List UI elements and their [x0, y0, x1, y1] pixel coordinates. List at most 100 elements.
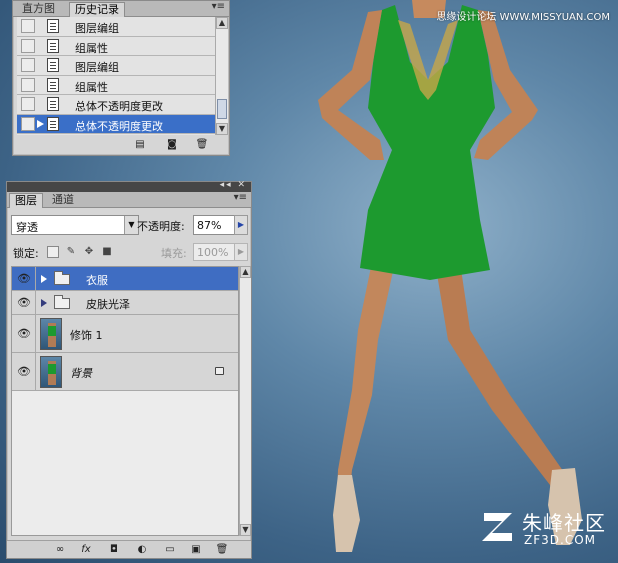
group-folder-icon[interactable]: ▭ [163, 543, 177, 556]
mask-icon[interactable]: ◘ [107, 543, 121, 556]
layers-panel: ◂◂ ✕ 图层 通道 ▾≡ 穿透 ▼ 不透明度: 87% ▶ 锁定: ✎ ✥ ■… [6, 180, 252, 559]
panel-menu-icon[interactable]: ▾≡ [234, 192, 247, 203]
tab-history[interactable]: 历史记录 [69, 2, 125, 17]
row-divider [35, 353, 36, 390]
layers-bottom-toolbar: ∞ fx ◘ ◐ ▭ ▣ 🗑 [7, 540, 251, 558]
layer-thumbnail [40, 356, 62, 388]
snapshot-source-checkbox[interactable] [21, 19, 35, 33]
row-divider [35, 267, 36, 290]
expand-triangle-icon[interactable] [41, 299, 47, 307]
history-scrollbar[interactable]: ▲ ▼ [215, 17, 228, 135]
visibility-eye-icon[interactable]: 👁 [14, 365, 34, 378]
history-tabbar: 直方图 历史记录 ▾≡ [13, 1, 229, 17]
expand-triangle-icon[interactable] [41, 275, 47, 283]
lock-position-move-icon[interactable]: ✥ [83, 246, 95, 258]
history-item-label: 组属性 [75, 80, 108, 94]
tab-histogram[interactable]: 直方图 [17, 2, 60, 17]
folder-icon [54, 271, 70, 285]
layers-tabbar: 图层 通道 ▾≡ [7, 192, 251, 208]
layer-thumbnail [40, 318, 62, 350]
fill-label: 填充: [161, 247, 187, 260]
fill-value: 100% [197, 246, 229, 259]
lock-row: 锁定: ✎ ✥ ■ 填充: 100% ▶ [7, 241, 251, 263]
layer-row-group-selected[interactable]: 👁 衣服 [12, 267, 238, 291]
opacity-slider-button[interactable]: ▶ [234, 215, 248, 235]
history-item[interactable]: 组属性 [17, 37, 215, 56]
history-item[interactable]: 图层编组 [17, 56, 215, 76]
snapshot-source-checkbox[interactable] [21, 58, 35, 72]
history-item-label: 组属性 [75, 41, 108, 55]
site-logo: 朱峰社区 ZF3D.COM [478, 505, 608, 555]
visibility-eye-icon[interactable]: 👁 [14, 272, 34, 285]
history-item-label: 总体不透明度更改 [75, 119, 163, 133]
trash-icon[interactable]: 🗑 [195, 138, 209, 151]
panel-menu-icon[interactable]: ▾≡ [212, 1, 225, 12]
layer-row[interactable]: 👁 修饰 1 [12, 315, 238, 353]
history-item-label: 图层编组 [75, 22, 119, 35]
lock-label: 锁定: [13, 247, 39, 260]
opacity-value: 87% [197, 219, 222, 232]
layer-row-background[interactable]: 👁 背景 [12, 353, 238, 391]
history-list: 图层编组 组属性 图层编组 组属性 总体不透明度更改 总体不透明度更改 [17, 17, 215, 135]
document-state-icon [47, 58, 59, 72]
document-state-icon [47, 38, 59, 53]
history-item[interactable]: 组属性 [17, 76, 215, 95]
chevron-down-icon[interactable]: ▼ [124, 216, 138, 234]
fill-input[interactable]: 100% [193, 243, 235, 261]
blend-mode-select[interactable]: 穿透 ▼ [11, 215, 139, 235]
fill-slider-button[interactable]: ▶ [234, 243, 248, 261]
layer-name[interactable]: 背景 [70, 365, 92, 381]
snapshot-source-checkbox[interactable] [21, 116, 35, 131]
document-state-icon [47, 116, 59, 131]
document-state-icon [47, 97, 59, 111]
tab-layers[interactable]: 图层 [9, 193, 43, 208]
layer-name[interactable]: 衣服 [86, 272, 108, 288]
scroll-down-icon[interactable]: ▼ [240, 524, 251, 536]
new-document-from-state-icon[interactable]: ▤ [133, 138, 147, 151]
new-layer-icon[interactable]: ▣ [189, 543, 203, 556]
scroll-thumb[interactable] [217, 99, 227, 119]
adjustment-icon[interactable]: ◐ [135, 543, 149, 556]
history-item-selected[interactable]: 总体不透明度更改 [17, 114, 215, 134]
camera-snapshot-icon[interactable]: ◙ [165, 138, 179, 151]
history-item[interactable]: 总体不透明度更改 [17, 95, 215, 115]
layers-panel-titlebar[interactable]: ◂◂ ✕ [7, 180, 251, 192]
scroll-up-icon[interactable]: ▲ [216, 17, 228, 29]
logo-name: 朱峰社区 [522, 511, 606, 535]
visibility-eye-icon[interactable]: 👁 [14, 296, 34, 309]
snapshot-source-checkbox[interactable] [21, 38, 35, 53]
history-state-marker-icon [37, 119, 44, 128]
document-state-icon [47, 19, 59, 33]
layer-name[interactable]: 皮肤光泽 [86, 296, 130, 312]
link-icon[interactable]: ∞ [53, 543, 67, 556]
lock-transparency-icon[interactable] [47, 246, 59, 258]
layers-scrollbar[interactable]: ▲ ▼ [239, 266, 251, 536]
lock-all-icon[interactable]: ■ [101, 246, 113, 258]
snapshot-source-checkbox[interactable] [21, 77, 35, 92]
lock-icon [215, 367, 224, 375]
folder-icon [54, 295, 70, 309]
row-divider [35, 315, 36, 352]
history-item[interactable]: 图层编组 [17, 17, 215, 37]
watermark-text: 思缘设计论坛 WWW.MISSYUAN.COM [436, 12, 610, 23]
row-divider [35, 291, 36, 314]
history-item-label: 总体不透明度更改 [75, 100, 163, 113]
tab-channels[interactable]: 通道 [47, 193, 79, 208]
visibility-eye-icon[interactable]: 👁 [14, 327, 34, 340]
layer-row-group[interactable]: 👁 皮肤光泽 [12, 291, 238, 315]
document-state-icon [47, 77, 59, 92]
layer-list: 👁 衣服 👁 皮肤光泽 👁 修饰 1 👁 背景 [11, 266, 239, 536]
blend-mode-value: 穿透 [16, 221, 38, 234]
lock-image-brush-icon[interactable]: ✎ [65, 246, 77, 258]
logo-url: ZF3D.COM [524, 533, 596, 547]
scroll-down-icon[interactable]: ▼ [216, 123, 228, 135]
opacity-input[interactable]: 87% [193, 215, 235, 235]
snapshot-source-checkbox[interactable] [21, 97, 35, 111]
history-footer: ▤ ◙ 🗑 [13, 137, 229, 153]
collapse-close-icons[interactable]: ◂◂ ✕ [220, 180, 247, 190]
layer-name[interactable]: 修饰 1 [70, 327, 103, 343]
scroll-up-icon[interactable]: ▲ [240, 266, 251, 278]
trash-icon[interactable]: 🗑 [215, 543, 229, 556]
history-panel: 直方图 历史记录 ▾≡ 图层编组 组属性 图层编组 组属性 总体不透明度更改 总… [12, 0, 230, 156]
fx-icon[interactable]: fx [79, 543, 93, 556]
